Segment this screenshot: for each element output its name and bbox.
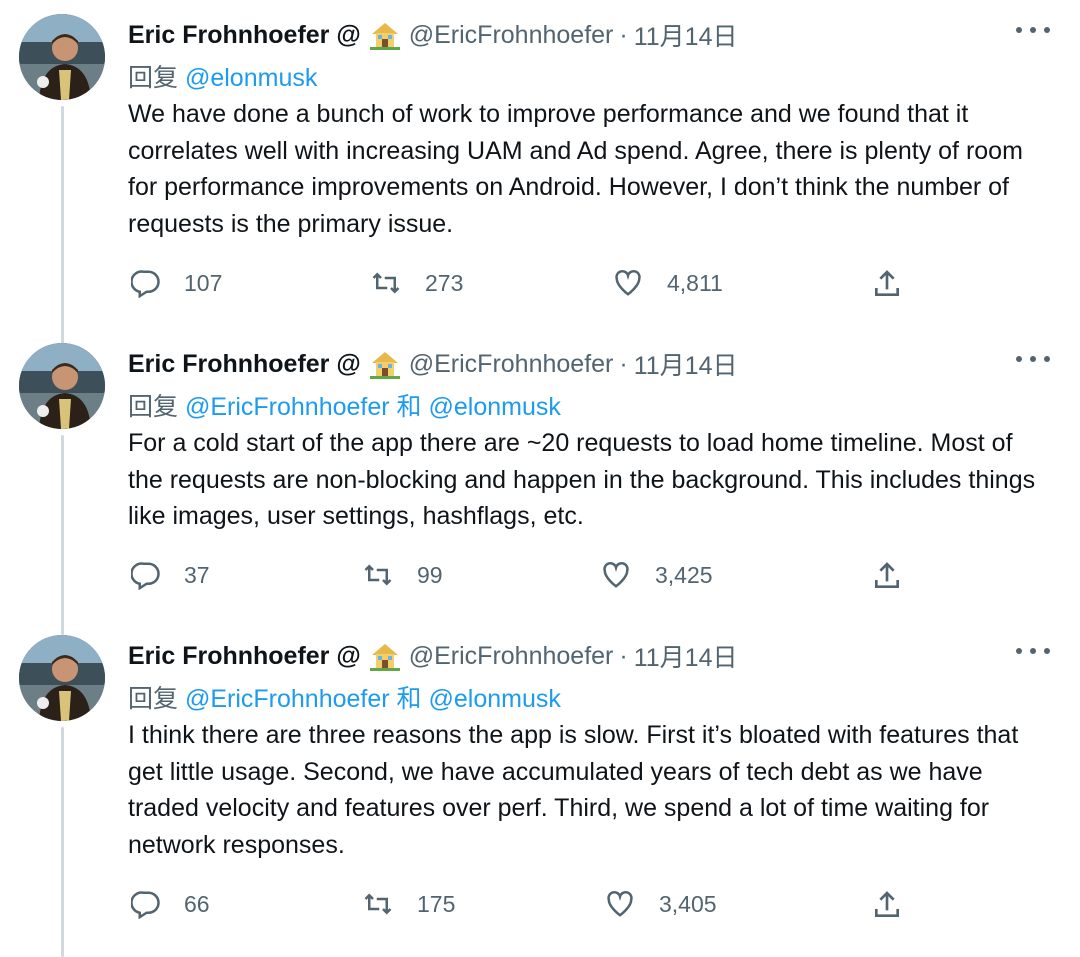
reply-mentions[interactable]: @elonmusk bbox=[185, 64, 317, 92]
more-icon[interactable] bbox=[1016, 349, 1050, 369]
like-button[interactable]: 4,811 bbox=[612, 268, 723, 298]
reply-icon bbox=[131, 560, 161, 590]
tweet-header: Eric Frohnhoefer @ @EricFrohnhoefer · 11… bbox=[128, 346, 737, 382]
thread-line bbox=[61, 435, 64, 635]
like-count: 3,405 bbox=[659, 890, 717, 917]
tweet-text: We have done a bunch of work to improve … bbox=[128, 100, 1023, 238]
reply-icon bbox=[131, 889, 161, 919]
share-button[interactable] bbox=[871, 560, 903, 592]
reply-prefix: 回复 bbox=[128, 64, 179, 92]
like-count: 3,425 bbox=[655, 561, 713, 588]
tweet-date[interactable]: 11月14日 bbox=[634, 346, 738, 382]
author-handle[interactable]: @EricFrohnhoefer bbox=[409, 21, 614, 50]
reply-button[interactable]: 66 bbox=[131, 889, 210, 919]
like-button[interactable]: 3,405 bbox=[604, 889, 717, 919]
share-icon bbox=[871, 889, 903, 921]
heart-icon bbox=[600, 560, 632, 590]
house-emoji-icon bbox=[369, 20, 401, 50]
retweet-button[interactable]: 175 bbox=[362, 889, 455, 919]
tweet-3[interactable]: Eric Frohnhoefer @ @EricFrohnhoefer · 11… bbox=[0, 635, 1080, 957]
reply-mentions[interactable]: @EricFrohnhoefer 和 @elonmusk bbox=[185, 685, 561, 713]
share-button[interactable] bbox=[871, 268, 903, 300]
tweet-text: For a cold start of the app there are ~2… bbox=[128, 429, 1036, 531]
action-bar: 107 273 4,811 bbox=[0, 266, 1080, 306]
tweet-1[interactable]: Eric Frohnhoefer @ @EricFrohnhoefer · 11… bbox=[0, 14, 1080, 346]
heart-icon bbox=[604, 889, 636, 919]
tweet-date[interactable]: 11月14日 bbox=[634, 17, 738, 53]
retweet-count: 99 bbox=[417, 561, 443, 588]
author-handle[interactable]: @EricFrohnhoefer bbox=[409, 350, 614, 379]
reply-prefix: 回复 bbox=[128, 393, 179, 421]
more-icon[interactable] bbox=[1016, 641, 1050, 661]
house-emoji-icon bbox=[369, 641, 401, 671]
more-icon[interactable] bbox=[1016, 20, 1050, 40]
tweet-header: Eric Frohnhoefer @ @EricFrohnhoefer · 11… bbox=[128, 17, 737, 53]
reply-button[interactable]: 107 bbox=[131, 268, 222, 298]
reply-icon bbox=[131, 268, 161, 298]
house-emoji-icon bbox=[369, 349, 401, 379]
reply-to-line: 回复 @EricFrohnhoefer 和 @elonmusk bbox=[128, 387, 561, 423]
thread-line bbox=[61, 106, 64, 346]
reply-button[interactable]: 37 bbox=[131, 560, 210, 590]
retweet-button[interactable]: 99 bbox=[362, 560, 443, 590]
separator-dot: · bbox=[619, 641, 628, 670]
retweet-icon bbox=[362, 560, 394, 590]
share-icon bbox=[871, 560, 903, 592]
reply-mentions[interactable]: @EricFrohnhoefer 和 @elonmusk bbox=[185, 393, 561, 421]
like-button[interactable]: 3,425 bbox=[600, 560, 713, 590]
separator-dot: · bbox=[619, 349, 628, 378]
avatar[interactable] bbox=[19, 14, 105, 100]
reply-to-line: 回复 @elonmusk bbox=[128, 58, 317, 94]
tweet-date[interactable]: 11月14日 bbox=[634, 638, 738, 674]
reply-count: 37 bbox=[184, 561, 210, 588]
separator-dot: · bbox=[619, 20, 628, 49]
retweet-count: 273 bbox=[425, 269, 464, 296]
reply-count: 107 bbox=[184, 269, 223, 296]
retweet-icon bbox=[362, 889, 394, 919]
retweet-count: 175 bbox=[417, 890, 456, 917]
author-name[interactable]: Eric Frohnhoefer @ bbox=[128, 350, 361, 379]
share-icon bbox=[871, 268, 903, 300]
reply-count: 66 bbox=[184, 890, 210, 917]
author-name[interactable]: Eric Frohnhoefer @ bbox=[128, 21, 361, 50]
share-button[interactable] bbox=[871, 889, 903, 921]
reply-to-line: 回复 @EricFrohnhoefer 和 @elonmusk bbox=[128, 679, 561, 715]
action-bar: 37 99 3,425 bbox=[0, 558, 1080, 598]
author-name[interactable]: Eric Frohnhoefer @ bbox=[128, 642, 361, 671]
tweet-text: I think there are three reasons the app … bbox=[128, 721, 1019, 859]
tweet-2[interactable]: Eric Frohnhoefer @ @EricFrohnhoefer · 11… bbox=[0, 343, 1080, 635]
author-handle[interactable]: @EricFrohnhoefer bbox=[409, 642, 614, 671]
heart-icon bbox=[612, 268, 644, 298]
tweet-header: Eric Frohnhoefer @ @EricFrohnhoefer · 11… bbox=[128, 638, 737, 674]
retweet-icon bbox=[370, 268, 402, 298]
avatar[interactable] bbox=[19, 635, 105, 721]
retweet-button[interactable]: 273 bbox=[370, 268, 463, 298]
reply-prefix: 回复 bbox=[128, 685, 179, 713]
avatar[interactable] bbox=[19, 343, 105, 429]
action-bar: 66 175 3,405 bbox=[0, 887, 1080, 927]
like-count: 4,811 bbox=[667, 269, 723, 296]
